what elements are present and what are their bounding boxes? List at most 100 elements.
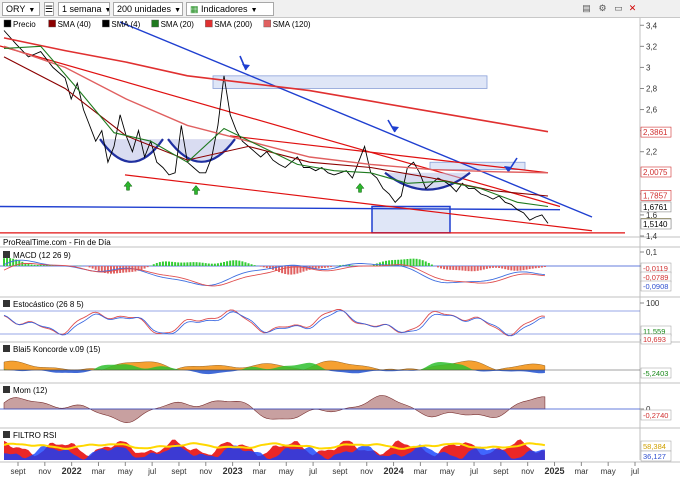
- x-tick-label: 2024: [384, 466, 404, 476]
- momentum-panel: Mom (12)0-0,2740: [0, 386, 672, 424]
- macd-bar: [174, 262, 177, 266]
- stochastic-panel: Estocástico (26 8 5)100011,55910,693: [0, 299, 672, 345]
- macd-bar: [421, 260, 424, 266]
- macd-bar: [516, 266, 519, 271]
- macd-bar: [330, 266, 333, 267]
- macd-bar: [449, 266, 452, 270]
- period-select[interactable]: 1 semana▼: [58, 2, 110, 16]
- legend-swatch: [263, 19, 271, 28]
- tool-icon[interactable]: ▤: [580, 2, 593, 15]
- legend-label: SMA (20): [161, 20, 195, 29]
- macd-bar: [164, 261, 167, 266]
- macd-bar: [192, 262, 195, 266]
- close-icon[interactable]: ✕: [626, 2, 639, 15]
- macd-bar: [97, 266, 100, 272]
- macd-bar: [171, 261, 174, 266]
- macd-bar: [241, 261, 244, 266]
- macd-bar: [210, 263, 213, 266]
- macd-bar: [106, 266, 109, 274]
- y-tick-label: 3: [646, 63, 651, 72]
- chevron-down-icon: ▼: [250, 7, 258, 14]
- macd-bar: [18, 260, 21, 266]
- legend-swatch: [205, 19, 213, 28]
- stoch-k-line: [3, 308, 545, 337]
- macd-bar: [186, 262, 189, 266]
- macd-bar: [378, 262, 381, 266]
- macd-bar: [320, 266, 323, 269]
- chevron-down-icon: ▼: [105, 7, 109, 14]
- macd-bar: [213, 263, 216, 266]
- panel-title: FILTRO RSI: [13, 431, 56, 440]
- value-tag-label: 10,693: [643, 335, 666, 344]
- macd-bar: [440, 266, 443, 269]
- macd-bar: [238, 260, 241, 266]
- macd-bar: [30, 264, 33, 266]
- x-tick-label: mar: [92, 467, 106, 476]
- macd-bar: [498, 266, 501, 269]
- macd-bar: [201, 262, 204, 266]
- chart-canvas: 3,43,232,82,62,42,21,81,61,4 2,38612,007…: [0, 18, 680, 476]
- macd-panel: MACD (12 26 9)0,10-0,0119-0,0789-0,0908: [0, 248, 672, 292]
- value-tag-label: 1,5140: [643, 220, 668, 229]
- panel-swatch: [3, 345, 10, 352]
- symbol-select[interactable]: ORY ▼: [2, 2, 40, 16]
- macd-bar: [528, 266, 531, 270]
- macd-bar: [140, 266, 143, 270]
- y-tick-label: 2,8: [646, 84, 658, 93]
- macd-bar: [522, 266, 525, 271]
- macd-bar: [452, 266, 455, 270]
- x-tick-label: may: [279, 467, 294, 476]
- macd-bar: [36, 264, 39, 266]
- x-tick-label: may: [118, 467, 133, 476]
- y-tick-label: 0,1: [646, 248, 658, 257]
- panel-swatch: [3, 386, 10, 393]
- macd-bar: [161, 261, 164, 266]
- macd-bar: [436, 266, 439, 268]
- panel-title: Estocástico (26 8 5): [13, 300, 84, 309]
- macd-bar: [537, 266, 540, 268]
- macd-bar: [510, 266, 513, 271]
- macd-bar: [189, 262, 192, 266]
- x-tick-label: may: [601, 467, 616, 476]
- macd-bar: [91, 266, 94, 269]
- list-icon[interactable]: ☰: [44, 2, 54, 16]
- koncorde-panel: Blai5 Koncorde v.09 (15) -5,2403: [0, 345, 672, 379]
- x-tick-label: jul: [308, 467, 317, 476]
- macd-bar: [507, 266, 510, 270]
- minimize-icon[interactable]: ▭: [612, 2, 625, 15]
- units-select[interactable]: 200 unidades ▼: [113, 2, 183, 16]
- macd-bar: [485, 266, 488, 269]
- value-tag-label: 2,3861: [643, 128, 668, 137]
- x-tick-label: mar: [253, 467, 267, 476]
- macd-bar: [543, 266, 546, 268]
- macd-bar: [259, 266, 262, 267]
- macd-bar: [177, 262, 180, 266]
- macd-bar: [418, 259, 421, 266]
- macd-bar: [180, 262, 183, 266]
- macd-bar: [348, 265, 351, 266]
- macd-bar: [473, 266, 476, 272]
- macd-bar: [504, 266, 507, 270]
- macd-bar: [323, 266, 326, 268]
- macd-bar: [427, 262, 430, 266]
- macd-bar: [525, 266, 528, 270]
- macd-bar: [488, 266, 491, 269]
- macd-bar: [247, 263, 250, 266]
- macd-bar: [155, 262, 158, 266]
- y-tick-label: 3,2: [646, 42, 658, 51]
- y-tick-label: 2,6: [646, 106, 658, 115]
- macd-bar: [317, 266, 320, 269]
- legend-label: SMA (40): [58, 20, 92, 29]
- x-tick-label: nov: [360, 467, 373, 476]
- legend-swatch: [48, 19, 56, 28]
- settings-icon[interactable]: ⚙: [596, 2, 609, 15]
- value-tag-label: 58,384: [643, 442, 666, 451]
- panel-title: Blai5 Koncorde v.09 (15): [13, 345, 101, 354]
- macd-bar: [531, 266, 534, 269]
- macd-bar: [250, 264, 253, 266]
- indicators-button[interactable]: ▦ Indicadores ▼: [186, 2, 274, 16]
- y-tick-label: 1,4: [646, 232, 658, 241]
- x-tick-label: mar: [414, 467, 428, 476]
- macd-bar: [219, 262, 222, 266]
- macd-bar: [158, 262, 161, 266]
